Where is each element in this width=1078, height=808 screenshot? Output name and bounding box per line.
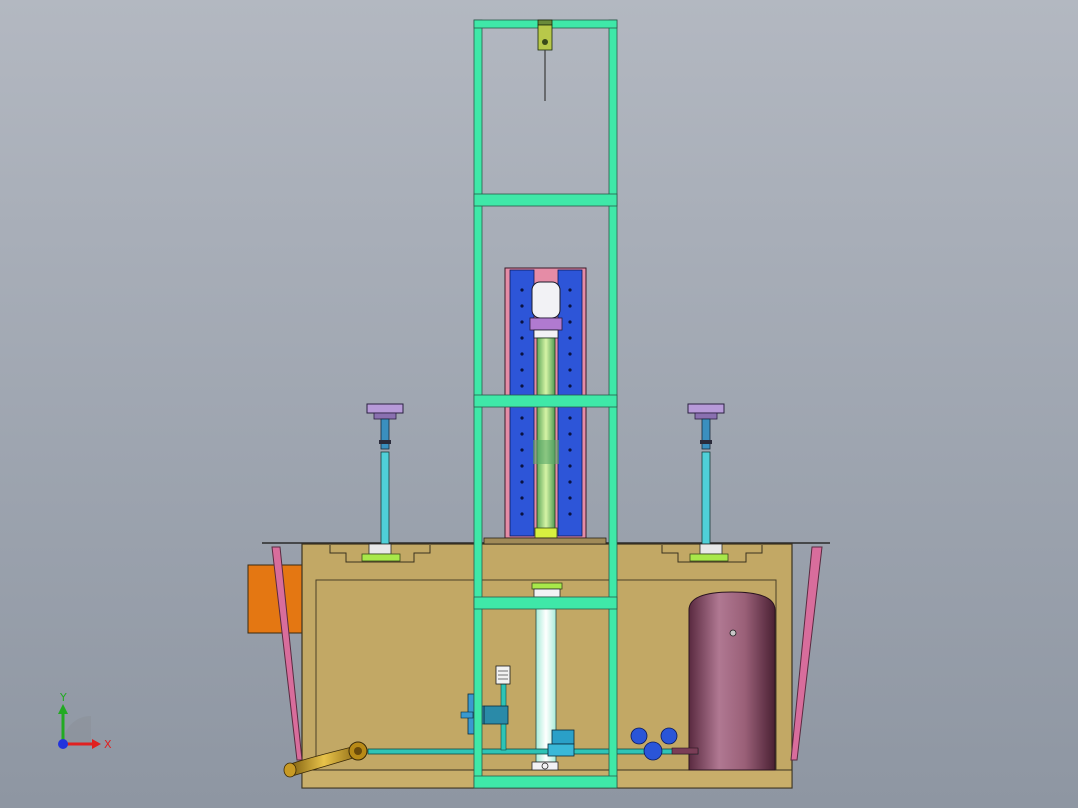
bolt-hole	[520, 480, 524, 484]
bolt-hole	[568, 432, 572, 436]
vessel-body[interactable]	[688, 591, 776, 771]
bolt-hole	[520, 304, 524, 308]
bolt-hole	[520, 352, 524, 356]
bolt-hole	[568, 368, 572, 372]
bolt-hole	[520, 320, 524, 324]
bolt-hole	[568, 512, 572, 516]
bolt-hole	[520, 512, 524, 516]
cad-viewport[interactable]: Y X	[0, 0, 1078, 808]
bolt-hole	[520, 432, 524, 436]
y-axis-label: Y	[59, 691, 67, 704]
frame-rung-1	[473, 193, 618, 207]
x-axis-label: X	[104, 738, 112, 751]
bolt-hole	[568, 320, 572, 324]
bolt-hole	[520, 496, 524, 500]
bolt-hole	[568, 480, 572, 484]
bolt-hole	[520, 384, 524, 388]
regulator[interactable]	[643, 741, 663, 761]
frame-rung-2	[473, 394, 618, 408]
bolt-hole	[520, 288, 524, 292]
left-post-top-clamp[interactable]	[366, 403, 404, 414]
bolt-hole	[520, 368, 524, 372]
top-pulley[interactable]	[537, 19, 553, 101]
right-support-post[interactable]	[687, 403, 729, 562]
bolt-hole	[568, 416, 572, 420]
vessel-port	[729, 629, 737, 637]
coordinate-triad: Y X	[58, 691, 112, 751]
pressure-vessel[interactable]	[688, 591, 776, 771]
bolt-hole	[568, 464, 572, 468]
bolt-hole	[568, 352, 572, 356]
column-base	[483, 537, 607, 545]
z-axis-dot	[58, 739, 68, 749]
valve-block[interactable]	[483, 705, 509, 725]
bolt-hole	[520, 416, 524, 420]
cylinder-rod[interactable]	[536, 337, 556, 531]
right-post-top-clamp[interactable]	[687, 403, 725, 414]
frame-rung-bottom	[473, 775, 618, 789]
right-post-base	[699, 543, 723, 555]
bolt-hole	[568, 496, 572, 500]
left-post-base	[368, 543, 392, 555]
bolt-hole	[520, 336, 524, 340]
left-support-post[interactable]	[361, 403, 404, 562]
bolt-hole	[568, 336, 572, 340]
right-side-panel[interactable]	[790, 546, 823, 761]
bolt-hole	[568, 448, 572, 452]
bolt-hole	[520, 448, 524, 452]
bolt-hole	[568, 304, 572, 308]
solenoid-valve[interactable]	[551, 729, 575, 745]
bolt-hole	[568, 384, 572, 388]
bolt-hole	[568, 288, 572, 292]
bolt-hole	[520, 464, 524, 468]
frame-rung-3	[473, 596, 618, 610]
